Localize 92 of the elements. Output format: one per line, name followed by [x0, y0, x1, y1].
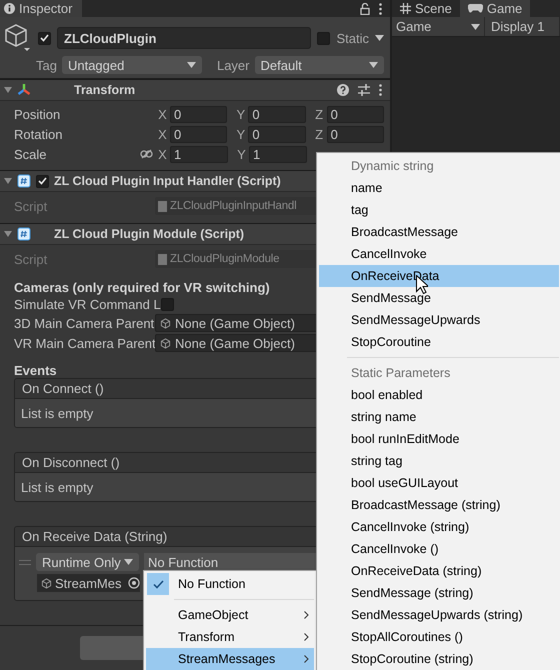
property-label: 3D Main Camera Parent: [14, 316, 155, 330]
file-icon: [158, 200, 167, 212]
events-heading: Events: [14, 363, 57, 378]
number-field[interactable]: 0: [248, 126, 306, 142]
menu-section-header: Dynamic string: [350, 158, 435, 175]
component-title: ZL Cloud Plugin Module (Script): [54, 227, 244, 241]
menu-item[interactable]: SendMessageUpwards (string): [319, 604, 559, 626]
foldout-icon[interactable]: [4, 177, 12, 185]
caret-icon: [186, 62, 196, 68]
script-label: Script: [14, 252, 48, 266]
object-value: None (Game Object): [175, 336, 295, 350]
section-heading: Cameras (only required for VR switching): [14, 280, 271, 295]
mode-dropdown[interactable]: Runtime Only: [36, 553, 139, 571]
caret-icon: [375, 35, 384, 41]
axis-label: X: [157, 126, 168, 142]
number-field[interactable]: 0: [326, 126, 384, 142]
inspector-tab[interactable]: Inspector: [0, 0, 82, 17]
number-field[interactable]: 1: [170, 146, 228, 162]
menu-item[interactable]: name: [319, 177, 559, 199]
menu-item[interactable]: SendMessage: [319, 287, 559, 309]
kebab-icon[interactable]: [379, 2, 382, 14]
axis-label: X: [157, 146, 168, 162]
foldout-icon[interactable]: [4, 86, 12, 94]
object-value: None (Game Object): [175, 316, 295, 330]
menu-item[interactable]: StopCoroutine (string): [319, 648, 559, 670]
cube-icon: [160, 318, 171, 328]
static-checkbox[interactable]: [317, 32, 330, 44]
cube-icon[interactable]: [4, 23, 32, 53]
property-label: Position: [14, 106, 62, 122]
script-icon: [17, 174, 31, 188]
static-label: Static: [336, 30, 369, 46]
menu-item[interactable]: BroadcastMessage: [319, 221, 559, 243]
help-icon[interactable]: [337, 84, 349, 96]
axis-label: Z: [314, 106, 324, 122]
transform-icon: [17, 83, 31, 97]
property-label: Scale: [14, 146, 48, 162]
menu-item[interactable]: No Function: [146, 573, 314, 595]
view-tab[interactable]: Game: [460, 0, 530, 17]
checkbox[interactable]: [160, 298, 174, 310]
lock-icon[interactable]: [360, 2, 370, 14]
tag-dropdown[interactable]: Untagged: [62, 56, 202, 74]
axis-label: Y: [236, 146, 247, 162]
number-field[interactable]: 0: [326, 106, 384, 122]
cube-icon: [41, 578, 52, 588]
layer-label: Layer: [216, 58, 250, 72]
script-label: Script: [14, 198, 48, 214]
component-title: Transform: [74, 83, 136, 97]
menu-item[interactable]: StopAllCoroutines (): [319, 626, 559, 648]
link-icon[interactable]: [140, 149, 153, 159]
target-icon[interactable]: [128, 577, 140, 589]
drag-handle-icon[interactable]: [19, 560, 31, 564]
layer-dropdown[interactable]: Default: [254, 56, 384, 74]
menu-item[interactable]: GameObject: [146, 604, 314, 626]
grid-icon: [400, 3, 411, 14]
axis-label: Z: [314, 126, 324, 142]
axis-label: Y: [235, 106, 246, 122]
property-label: VR Main Camera Parent: [14, 336, 155, 350]
script-icon: [17, 227, 31, 241]
menu-item[interactable]: OnReceiveData: [319, 265, 559, 287]
chevron-icon: [304, 611, 309, 619]
menu-item[interactable]: SendMessage (string): [319, 582, 559, 604]
number-field[interactable]: 0: [170, 126, 228, 142]
menu-section-header: Static Parameters: [350, 365, 452, 382]
file-icon: [158, 254, 167, 264]
name-field[interactable]: ZLCloudPlugin: [57, 27, 312, 49]
active-checkbox[interactable]: [38, 32, 51, 44]
number-field[interactable]: 0: [170, 106, 228, 122]
number-field[interactable]: 0: [248, 106, 306, 122]
tag-label: Tag: [36, 58, 57, 72]
number-field[interactable]: 1: [249, 146, 307, 162]
info-icon: [4, 3, 15, 14]
caret-icon: [369, 62, 378, 68]
check-icon: [147, 573, 169, 595]
menu-item[interactable]: Transform: [146, 626, 314, 648]
sliders-icon[interactable]: [358, 84, 370, 96]
menu-item[interactable]: bool runInEditMode: [319, 428, 559, 450]
axis-label: Y: [235, 126, 246, 142]
axis-label: X: [157, 106, 168, 122]
foldout-icon[interactable]: [4, 230, 12, 238]
object-field[interactable]: StreamMes: [37, 574, 140, 592]
property-label: Simulate VR Command L: [14, 296, 161, 312]
kebab-icon[interactable]: [379, 84, 382, 96]
component-title: ZL Cloud Plugin Input Handler (Script): [54, 174, 281, 188]
property-label: Rotation: [14, 126, 64, 142]
gamepad-icon: [468, 4, 483, 13]
cube-icon: [160, 338, 171, 348]
chevron-icon: [304, 655, 309, 663]
menu-item[interactable]: StreamMessages: [146, 648, 314, 670]
caret-icon: [471, 24, 480, 30]
enable-checkbox[interactable]: [36, 174, 49, 188]
chevron-icon: [304, 633, 309, 641]
caret-icon: [124, 559, 133, 565]
